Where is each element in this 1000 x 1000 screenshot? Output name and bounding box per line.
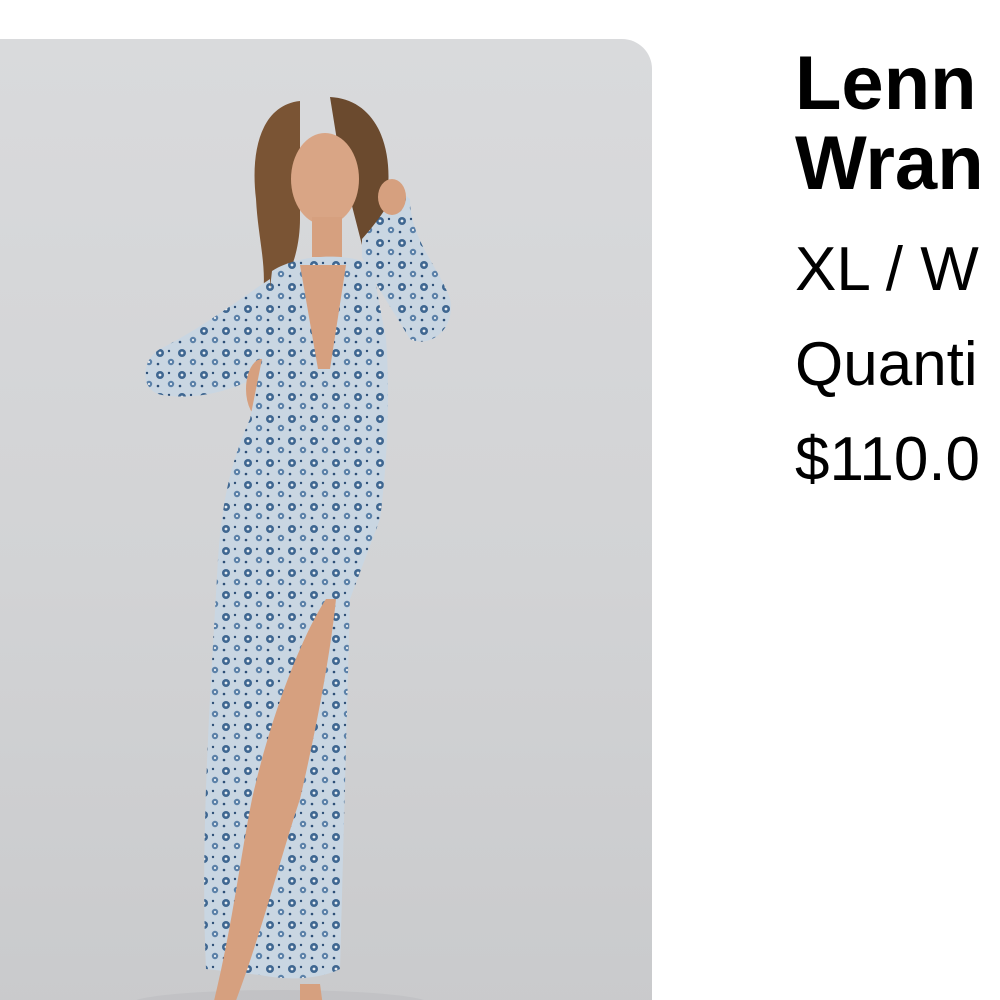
product-price: $110.0 <box>795 425 981 494</box>
order-item-page: Lenn Wran XL / W Quanti $110.0 <box>0 0 1000 1000</box>
product-info: Lenn Wran XL / W Quanti $110.0 <box>795 44 1000 507</box>
product-variant: XL / W <box>795 235 979 304</box>
product-title[interactable]: Lenn Wran <box>795 44 1000 204</box>
quantity-label: Quanti <box>795 330 978 399</box>
product-title-line-2: Wran <box>795 121 984 206</box>
product-title-line-1: Lenn <box>795 44 977 126</box>
product-photo-illustration <box>136 97 451 1000</box>
product-image[interactable] <box>0 39 652 1000</box>
